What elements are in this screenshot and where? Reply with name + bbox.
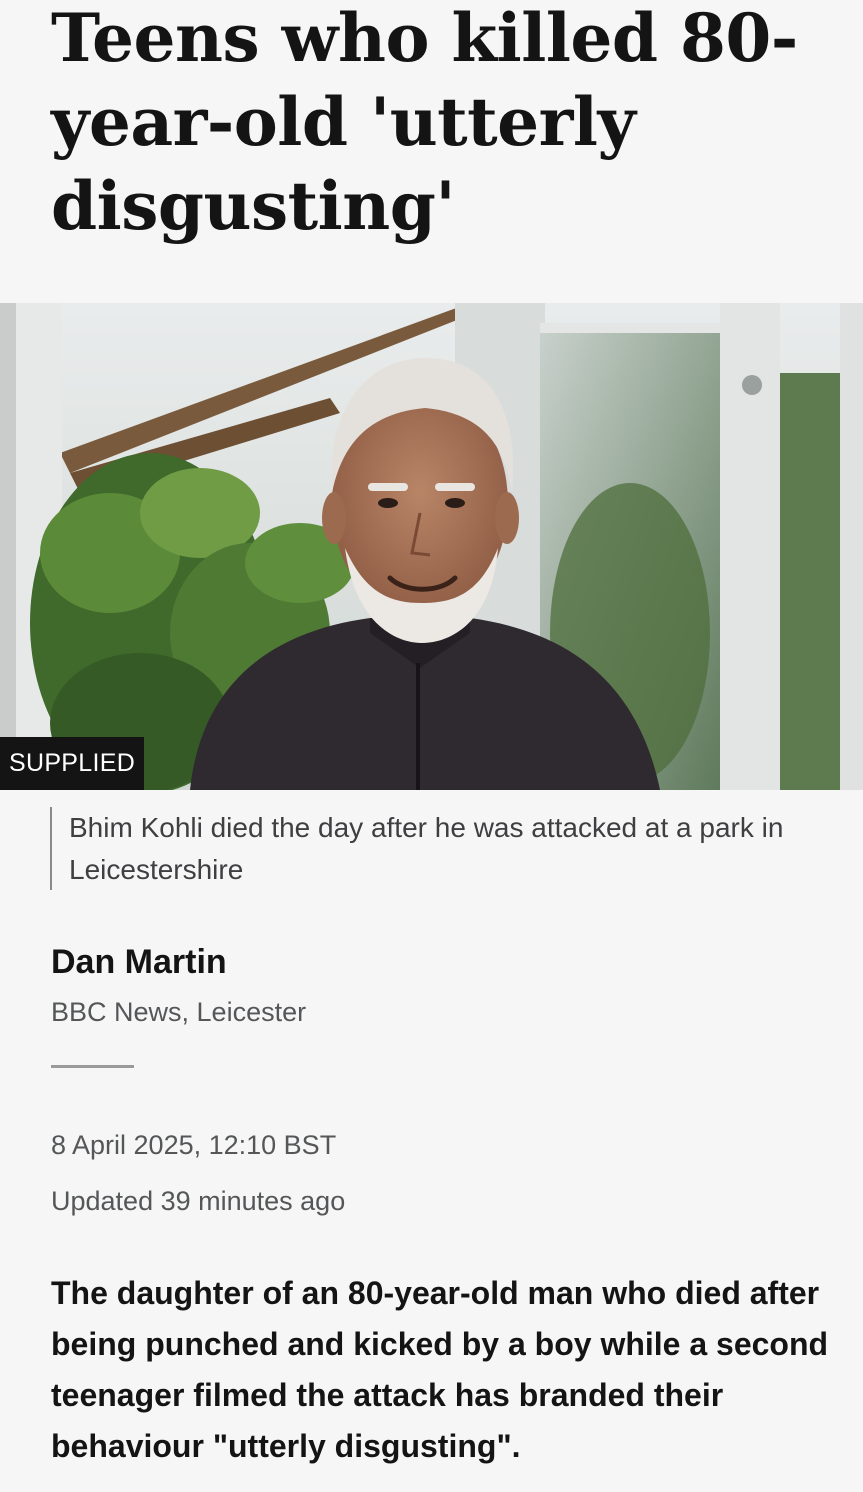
image-caption: Bhim Kohli died the day after he was att…	[69, 812, 784, 885]
caption-divider	[50, 807, 52, 890]
publish-date: 8 April 2025, 12:10 BST	[51, 1130, 337, 1160]
byline-role: BBC News, Leicester	[51, 997, 307, 1027]
article-hero-image[interactable]	[0, 303, 863, 790]
updated-timestamp: Updated 39 minutes ago	[51, 1186, 346, 1216]
hero-photo	[0, 303, 863, 790]
image-credit-label: SUPPLIED	[0, 737, 145, 790]
article-lede: The daughter of an 80-year-old man who d…	[51, 1275, 829, 1464]
byline-author: Dan Martin	[51, 943, 227, 981]
article-page: Teens who killed 80-year-old 'utterly di…	[0, 0, 863, 1492]
article-headline: Teens who killed 80-year-old 'utterly di…	[51, 0, 798, 245]
byline-divider	[51, 1065, 134, 1068]
